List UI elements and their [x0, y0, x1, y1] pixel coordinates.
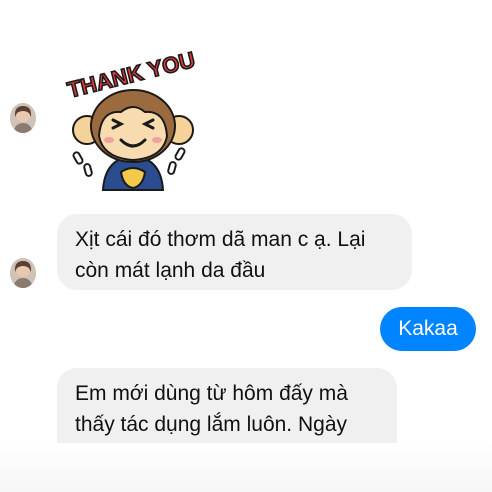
contact-avatar[interactable]	[10, 258, 36, 288]
bottom-fade	[0, 443, 492, 492]
message-line: Em mới dùng từ hôm đấy mà	[75, 382, 348, 405]
thank-you-sticker: THANK YOU	[64, 46, 198, 191]
avatar-icon	[10, 103, 36, 133]
message-line: thấy tác dụng lắm luôn. Ngày	[75, 413, 347, 436]
message-line: còn mát lạnh da đầu	[75, 259, 266, 282]
incoming-message[interactable]: Xịt cái đó thơm dã man c ạ. Lại còn mát …	[57, 214, 412, 290]
message-text: Kakaa	[398, 317, 458, 340]
contact-avatar[interactable]	[10, 103, 36, 133]
outgoing-message[interactable]: Kakaa	[380, 307, 476, 351]
message-line: Xịt cái đó thơm dã man c ạ. Lại	[75, 228, 366, 251]
avatar-icon	[10, 258, 36, 288]
